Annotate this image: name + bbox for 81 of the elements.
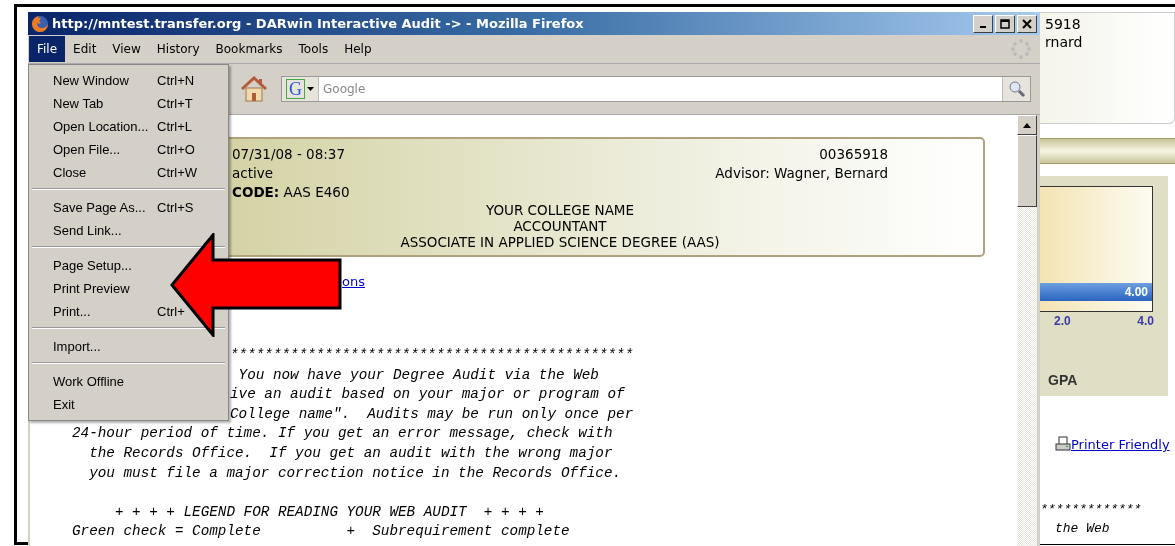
audit-text-line: ive an audit based on your major or program of: [230, 386, 625, 403]
menu-item[interactable]: View: [104, 36, 149, 62]
window-title: http://mntest.transfer.org - DARwin Interactive Audit -> - Mozilla Firefox: [52, 16, 584, 31]
shortcut-text: Ctrl+L: [157, 119, 193, 134]
menu-entry[interactable]: Close Ctrl+W: [53, 165, 198, 180]
menu-entry[interactable]: Print Preview: [53, 281, 130, 296]
shortcut-text: Ctrl+O: [157, 142, 195, 157]
menu-entry-label: Close: [53, 165, 88, 180]
audit-status: active: [232, 164, 274, 183]
dropdown-caret-icon: [307, 86, 314, 92]
audit-timestamp: 07/31/08 - 08:37: [232, 145, 345, 164]
home-icon[interactable]: [239, 74, 269, 104]
menu-item[interactable]: Help: [336, 36, 380, 62]
program-title-line: ACCOUNTANT: [513, 218, 607, 234]
page-link[interactable]: ons: [342, 274, 365, 289]
menu-entry[interactable]: Open Location... Ctrl+L: [53, 119, 193, 134]
search-icon: [1007, 80, 1026, 98]
menu-item[interactable]: Tools: [290, 36, 337, 62]
gpa-bar: 4.00: [1040, 283, 1152, 301]
menu-entry[interactable]: Send Link...: [53, 223, 122, 238]
asterisk-rule: *************: [1040, 502, 1142, 517]
menu-item[interactable]: Edit: [65, 36, 105, 62]
program-title-line: YOUR COLLEGE NAME: [485, 202, 635, 218]
menu-entry-label: New Tab: [53, 96, 105, 111]
minimize-button[interactable]: [973, 14, 993, 33]
menu-entry[interactable]: Save Page As... Ctrl+S: [53, 200, 194, 215]
menu-entry[interactable]: New Tab Ctrl+T: [53, 96, 193, 111]
student-id: 00365918: [819, 145, 888, 164]
audit-text-line: 24-hour period of time. If you get an error message, check with: [72, 425, 613, 442]
menu-entry-label: Save Page As...: [53, 200, 147, 215]
close-icon: [1022, 18, 1032, 29]
menu-entry[interactable]: Exit: [53, 397, 75, 412]
menu-entry-label: Open Location...: [53, 119, 150, 134]
up-arrow-icon: [1023, 122, 1031, 128]
audit-text-line: + + + + LEGEND FOR READING YOUR WEB AUDIT + + + +: [113, 503, 544, 520]
printer-friendly-link[interactable]: Printer Friendly: [1071, 437, 1170, 452]
program-code: CODE: AAS E460: [232, 183, 350, 202]
shortcut-text: Ctrl+W: [157, 165, 198, 180]
search-input[interactable]: Google: [319, 81, 1002, 97]
browser-logo-icon: [31, 14, 49, 33]
advisor-text: rnard: [1045, 33, 1083, 51]
student-id-text: 5918: [1045, 15, 1081, 33]
menu-item[interactable]: File: [29, 36, 66, 62]
throbber-icon: [1010, 38, 1032, 60]
scroll-up-button[interactable]: [1017, 115, 1037, 135]
audit-text-line: College name". Audits may be run only once per: [230, 405, 634, 422]
menu-entry-label: New Window: [53, 73, 130, 88]
menu-item[interactable]: Bookmarks: [207, 36, 291, 62]
advisor-name: Advisor: Wagner, Bernard: [715, 164, 888, 183]
audit-text-line: Green check = Complete + Subrequirement complete: [72, 523, 570, 540]
scroll-thumb[interactable]: [1017, 135, 1037, 207]
maximize-icon: [1000, 18, 1010, 29]
menu-entry[interactable]: Open File... Ctrl+O: [53, 142, 195, 157]
search-field[interactable]: G Google: [281, 76, 1031, 102]
program-title-line: ASSOCIATE IN APPLIED SCIENCE DEGREE (AAS): [400, 234, 720, 250]
shortcut-text: Ctrl+S: [157, 200, 194, 215]
menu-item[interactable]: History: [148, 36, 208, 62]
menu-entry[interactable]: Import...: [53, 339, 101, 354]
shortcut-text: Ctrl+N: [157, 73, 195, 88]
menu-entry[interactable]: Work Offline: [53, 374, 125, 389]
shortcut-text: Ctrl+: [157, 304, 185, 319]
axis-tick-label: 4.0: [1137, 314, 1154, 328]
audit-text-line: You now have your Degree Audit via the Web: [237, 366, 599, 383]
audit-text-line: the Records Office. If you get an audit with the wrong major: [88, 444, 613, 461]
axis-tick-label: 2.0: [1054, 314, 1071, 328]
vertical-scrollbar[interactable]: [1017, 115, 1037, 546]
menu-entry[interactable]: Print... Ctrl+: [53, 304, 185, 319]
search-engine-button[interactable]: G: [282, 77, 319, 101]
menu-entry-label: Open File...: [53, 142, 122, 157]
close-button[interactable]: [1017, 14, 1037, 33]
chart-label: GPA: [1048, 372, 1078, 388]
audit-text-line: you must file a major correction notice in the Records Office.: [88, 464, 622, 481]
menu-entry-label: Print...: [53, 304, 92, 319]
audit-text-line: ***********************************************: [230, 347, 634, 363]
menu-entry[interactable]: Page Setup...: [53, 258, 132, 273]
shortcut-text: Ctrl+T: [157, 96, 193, 111]
audit-text-line: the Web: [1055, 521, 1110, 536]
menu-entry[interactable]: New Window Ctrl+N: [53, 73, 195, 88]
minimize-icon: [980, 25, 986, 28]
printer-icon: [1055, 436, 1071, 452]
maximize-button[interactable]: [995, 14, 1015, 33]
